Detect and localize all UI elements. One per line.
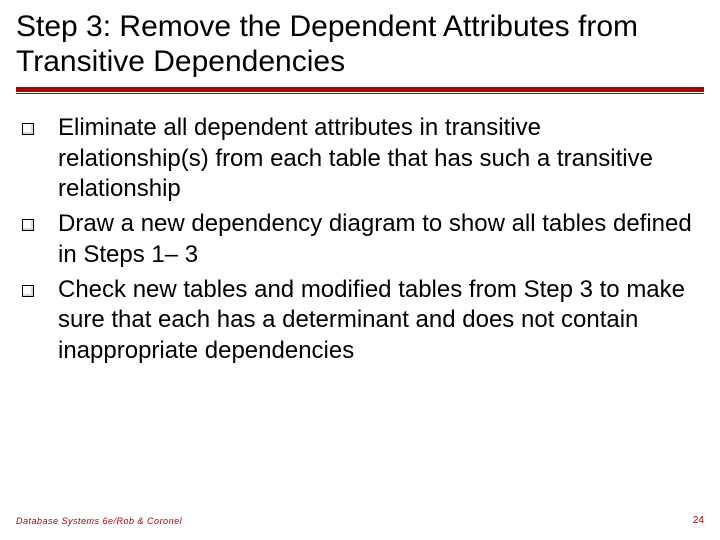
page-number: 24	[693, 515, 704, 526]
title-underline	[16, 87, 704, 95]
bullet-text: Eliminate all dependent attributes in tr…	[58, 113, 698, 205]
list-item: Eliminate all dependent attributes in tr…	[22, 113, 698, 205]
list-item: Check new tables and modified tables fro…	[22, 275, 698, 367]
square-bullet-icon	[22, 123, 34, 135]
slide-title: Step 3: Remove the Dependent Attributes …	[16, 10, 704, 79]
list-item: Draw a new dependency diagram to show al…	[22, 209, 698, 270]
slide-body: Eliminate all dependent attributes in tr…	[16, 113, 704, 367]
bullet-text: Draw a new dependency diagram to show al…	[58, 209, 698, 270]
square-bullet-icon	[22, 219, 34, 231]
bullet-text: Check new tables and modified tables fro…	[58, 275, 698, 367]
footer-text: Database Systems 6e/Rob & Coronel	[16, 516, 182, 526]
bullet-list: Eliminate all dependent attributes in tr…	[22, 113, 698, 367]
slide: Step 3: Remove the Dependent Attributes …	[0, 0, 720, 540]
square-bullet-icon	[22, 285, 34, 297]
